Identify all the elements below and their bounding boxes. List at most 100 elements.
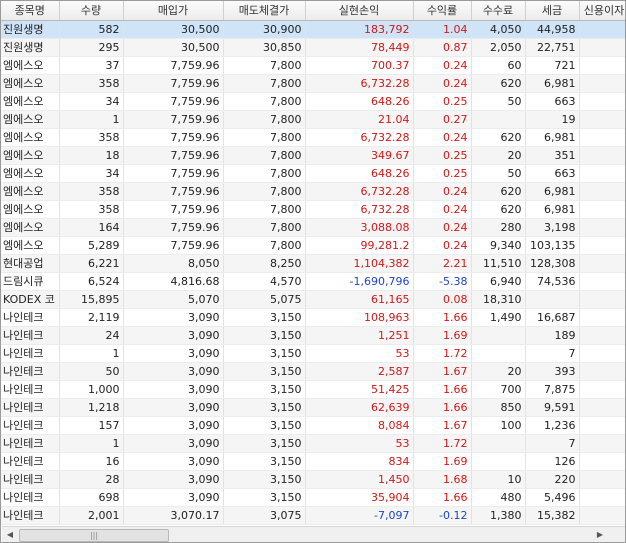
quantity-cell: 358 (59, 74, 124, 93)
table-row[interactable]: 엠에스오 18 7,759.96 7,800 349.67 0.25 20 351 (1, 146, 625, 165)
tax-cell: 22,751 (525, 38, 580, 57)
table-row[interactable]: 진원생명 295 30,500 30,850 78,449 0.87 2,050 22,751 (1, 38, 625, 57)
tax-cell: 663 (525, 92, 580, 111)
table-row[interactable]: 나인테크 24 3,090 3,150 1,251 1.69 189 (1, 326, 625, 345)
quantity-cell: 6,524 (59, 272, 124, 291)
fee-cell: 700 (471, 380, 526, 399)
sell-price-cell: 3,150 (223, 452, 306, 471)
quantity-cell: 6,221 (59, 254, 124, 273)
tax-cell: 5,496 (525, 488, 580, 507)
col-header-name[interactable]: 종목명 (1, 1, 60, 21)
table-row[interactable]: 엠에스오 34 7,759.96 7,800 648.26 0.25 50 663 (1, 164, 625, 183)
tax-cell: 1,236 (525, 416, 580, 435)
table-row[interactable]: KODEX 코 15,895 5,070 5,075 61,165 0.08 18,310 (1, 290, 625, 309)
sell-price-cell: 4,570 (223, 272, 306, 291)
scroll-thumb[interactable]: ||| (19, 529, 169, 542)
quantity-cell: 37 (59, 56, 124, 75)
col-header-sell-price[interactable]: 매도체결가 (223, 1, 306, 21)
tax-cell: 7 (525, 344, 580, 363)
table-row[interactable]: 엠에스오 358 7,759.96 7,800 6,732.28 0.24 620 6,981 (1, 74, 625, 93)
table-row[interactable]: 엠에스오 358 7,759.96 7,800 6,732.28 0.24 620 6,981 (1, 128, 625, 147)
return-cell: 0.24 (413, 74, 472, 93)
sell-price-cell: 3,075 (223, 506, 306, 525)
data-table: 종목명 수량 매입가 매도체결가 실현손익 수익률 수수료 세금 신용이자 진원… (1, 1, 625, 525)
table-row[interactable]: 나인테크 1,000 3,090 3,150 51,425 1.66 700 7,875 (1, 380, 625, 399)
table-row[interactable]: 엠에스오 37 7,759.96 7,800 700.37 0.24 60 721 (1, 56, 625, 75)
table-row[interactable]: 나인테크 1 3,090 3,150 53 1.72 7 (1, 434, 625, 453)
col-header-fee[interactable]: 수수료 (471, 1, 526, 21)
scroll-left-arrow-icon[interactable]: ◀ (2, 527, 18, 542)
return-cell: 0.24 (413, 236, 472, 255)
credit-interest-cell (579, 272, 625, 291)
sell-price-cell: 30,850 (223, 38, 306, 57)
tax-cell: 7 (525, 434, 580, 453)
quantity-cell: 15,895 (59, 290, 124, 309)
sell-price-cell: 3,150 (223, 434, 306, 453)
buy-price-cell: 3,090 (123, 308, 224, 327)
table-row[interactable]: 엠에스오 34 7,759.96 7,800 648.26 0.25 50 663 (1, 92, 625, 111)
stock-name-cell: 나인테크 (1, 416, 60, 435)
stock-name-cell: 나인테크 (1, 452, 60, 471)
table-row[interactable]: 진원생명 582 30,500 30,900 183,792 1.04 4,050 44,95… (1, 20, 625, 39)
fee-cell: 620 (471, 182, 526, 201)
return-cell: 0.24 (413, 128, 472, 147)
stock-name-cell: 나인테크 (1, 506, 60, 525)
realized-pl-cell: 8,084 (305, 416, 414, 435)
quantity-cell: 582 (59, 20, 124, 39)
fee-cell (471, 452, 526, 471)
table-row[interactable]: 나인테크 157 3,090 3,150 8,084 1.67 100 1,236 (1, 416, 625, 435)
stock-name-cell: 나인테크 (1, 344, 60, 363)
quantity-cell: 157 (59, 416, 124, 435)
stock-name-cell: 나인테크 (1, 470, 60, 489)
credit-interest-cell (579, 20, 625, 39)
table-row[interactable]: 나인테크 1 3,090 3,150 53 1.72 7 (1, 344, 625, 363)
stock-name-cell: 나인테크 (1, 434, 60, 453)
realized-pl-cell: 62,639 (305, 398, 414, 417)
table-row[interactable]: 나인테크 2,119 3,090 3,150 108,963 1.66 1,490 16,68… (1, 308, 625, 327)
stock-name-cell: 나인테크 (1, 488, 60, 507)
tax-cell: 6,981 (525, 128, 580, 147)
fee-cell: 6,940 (471, 272, 526, 291)
col-header-tax[interactable]: 세금 (525, 1, 580, 21)
tax-cell: 15,382 (525, 506, 580, 525)
table-row[interactable]: 드림시큐 6,524 4,816.68 4,570 -1,690,796 -5.38 6,9… (1, 272, 625, 291)
table-row[interactable]: 나인테크 698 3,090 3,150 35,904 1.66 480 5,496 (1, 488, 625, 507)
buy-price-cell: 7,759.96 (123, 200, 224, 219)
stock-name-cell: 나인테크 (1, 362, 60, 381)
scroll-right-arrow-icon[interactable]: ▶ (592, 527, 608, 542)
table-row[interactable]: 나인테크 50 3,090 3,150 2,587 1.67 20 393 (1, 362, 625, 381)
col-header-buy-price[interactable]: 매입가 (123, 1, 224, 21)
credit-interest-cell (579, 380, 625, 399)
sell-price-cell: 30,900 (223, 20, 306, 39)
table-row[interactable]: 엠에스오 358 7,759.96 7,800 6,732.28 0.24 620 6,981 (1, 200, 625, 219)
credit-interest-cell (579, 308, 625, 327)
horizontal-scrollbar[interactable]: ◀ ||| ▶ (2, 526, 608, 542)
col-header-return[interactable]: 수익률 (413, 1, 472, 21)
credit-interest-cell (579, 326, 625, 345)
col-header-quantity[interactable]: 수량 (59, 1, 124, 21)
realized-pl-cell: 349.67 (305, 146, 414, 165)
col-header-realized-pl[interactable]: 실현손익 (305, 1, 414, 21)
return-cell: 1.69 (413, 326, 472, 345)
table-row[interactable]: 엠에스오 5,289 7,759.96 7,800 99,281.2 0.24 9,340 1… (1, 236, 625, 255)
buy-price-cell: 7,759.96 (123, 236, 224, 255)
table-row[interactable]: 엠에스오 164 7,759.96 7,800 3,088.08 0.24 280 3,198 (1, 218, 625, 237)
table-row[interactable]: 나인테크 28 3,090 3,150 1,450 1.68 10 220 (1, 470, 625, 489)
return-cell: 1.72 (413, 344, 472, 363)
table-row[interactable]: 나인테크 1,218 3,090 3,150 62,639 1.66 850 9,591 (1, 398, 625, 417)
return-cell: 1.69 (413, 452, 472, 471)
sell-price-cell: 7,800 (223, 110, 306, 129)
table-row[interactable]: 나인테크 2,001 3,070.17 3,075 -7,097 -0.12 1,380 15… (1, 506, 625, 525)
return-cell: 1.72 (413, 434, 472, 453)
stock-name-cell: 엠에스오 (1, 128, 60, 147)
table-row[interactable]: 나인테크 16 3,090 3,150 834 1.69 126 (1, 452, 625, 471)
realized-pl-cell: 648.26 (305, 164, 414, 183)
col-header-credit-interest[interactable]: 신용이자 (579, 1, 625, 21)
fee-cell: 4,050 (471, 20, 526, 39)
buy-price-cell: 3,090 (123, 326, 224, 345)
realized-pl-cell: 108,963 (305, 308, 414, 327)
table-row[interactable]: 현대공업 6,221 8,050 8,250 1,104,382 2.21 11,510 12… (1, 254, 625, 273)
header-row: 종목명 수량 매입가 매도체결가 실현손익 수익률 수수료 세금 신용이자 (1, 1, 625, 21)
table-row[interactable]: 엠에스오 358 7,759.96 7,800 6,732.28 0.24 620 6,981 (1, 182, 625, 201)
table-row[interactable]: 엠에스오 1 7,759.96 7,800 21.04 0.27 19 (1, 110, 625, 129)
